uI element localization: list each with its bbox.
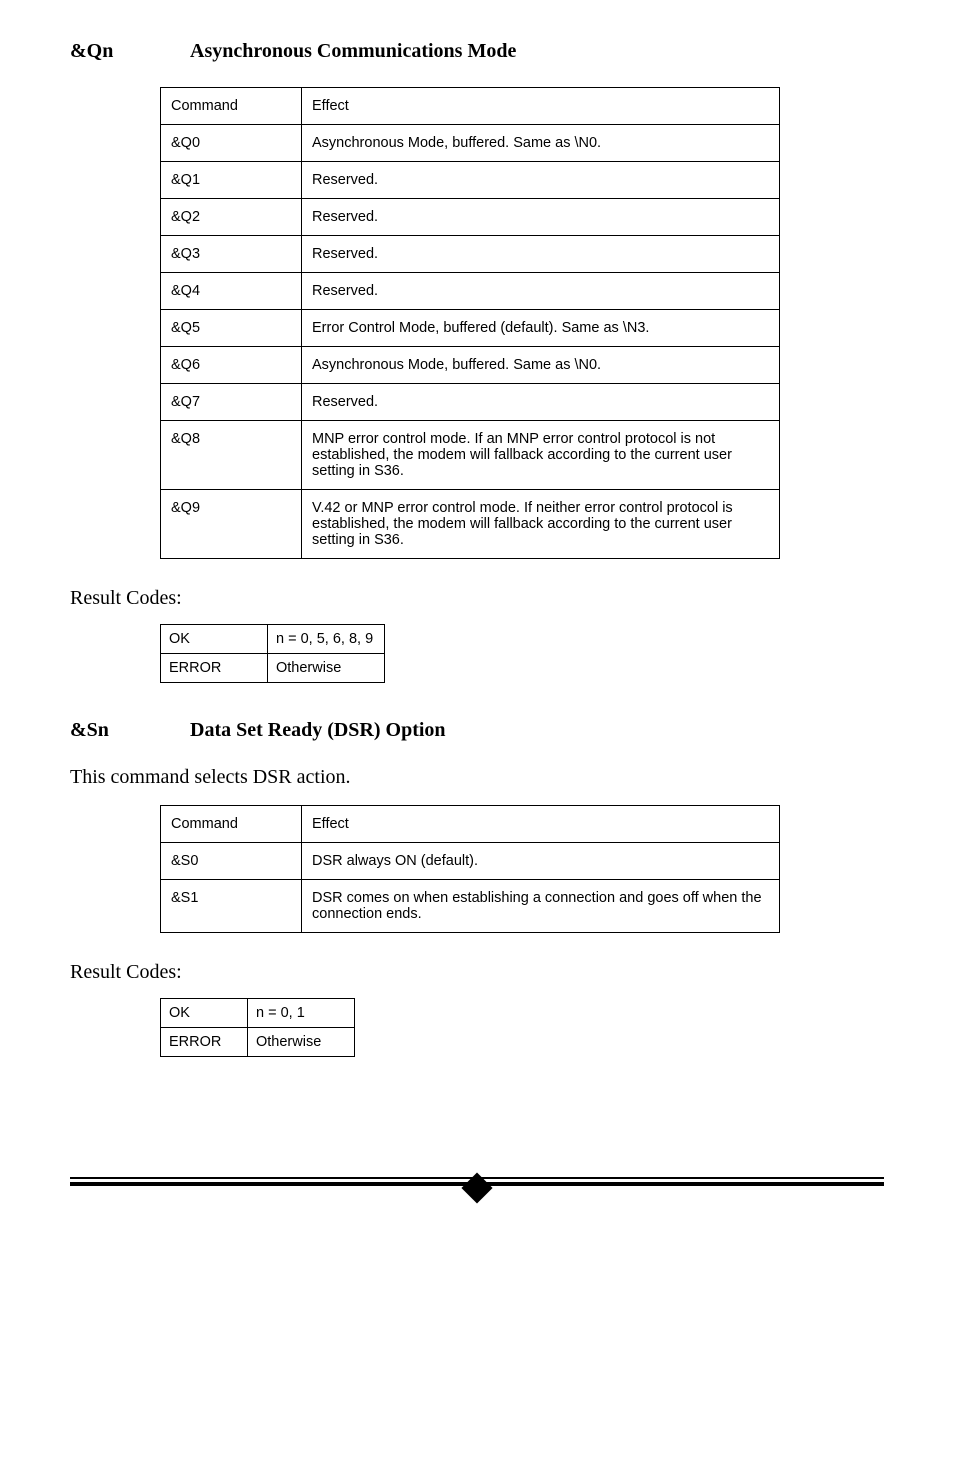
cell-effect: Asynchronous Mode, buffered. Same as \N0… bbox=[302, 347, 780, 384]
table-row: &S0DSR always ON (default). bbox=[161, 843, 780, 880]
section2-intro: This command selects DSR action. bbox=[70, 766, 884, 789]
section2-heading: &Sn Data Set Ready (DSR) Option bbox=[70, 719, 884, 742]
table-row: &Q4Reserved. bbox=[161, 273, 780, 310]
table-row: &Q7Reserved. bbox=[161, 384, 780, 421]
table-row: &Q6Asynchronous Mode, buffered. Same as … bbox=[161, 347, 780, 384]
cell-effect: V.42 or MNP error control mode. If neith… bbox=[302, 490, 780, 559]
table-row: &Q2Reserved. bbox=[161, 199, 780, 236]
cell-cmd: &Q2 bbox=[161, 199, 302, 236]
footer-divider bbox=[70, 1177, 884, 1207]
table-row: Command Effect bbox=[161, 806, 780, 843]
rc-cond: n = 0, 5, 6, 8, 9 bbox=[268, 625, 385, 654]
cell-cmd: &S0 bbox=[161, 843, 302, 880]
cell-effect: Reserved. bbox=[302, 236, 780, 273]
cell-cmd: &Q6 bbox=[161, 347, 302, 384]
cell-cmd: &Q5 bbox=[161, 310, 302, 347]
header-command: Command bbox=[161, 88, 302, 125]
cell-effect: Reserved. bbox=[302, 162, 780, 199]
cell-cmd: &S1 bbox=[161, 880, 302, 933]
table-row: &Q8MNP error control mode. If an MNP err… bbox=[161, 421, 780, 490]
cell-effect: Reserved. bbox=[302, 273, 780, 310]
header-effect: Effect bbox=[302, 88, 780, 125]
cell-cmd: &Q9 bbox=[161, 490, 302, 559]
result-codes-table-1: OK n = 0, 5, 6, 8, 9 ERROR Otherwise bbox=[160, 624, 385, 683]
cell-cmd: &Q8 bbox=[161, 421, 302, 490]
cell-cmd: &Q3 bbox=[161, 236, 302, 273]
cell-effect: Asynchronous Mode, buffered. Same as \N0… bbox=[302, 125, 780, 162]
section2-cmd: &Sn bbox=[70, 719, 190, 742]
rc-code: OK bbox=[161, 625, 268, 654]
section1-heading: &Qn Asynchronous Communications Mode bbox=[70, 40, 884, 63]
table-row: ERROR Otherwise bbox=[161, 654, 385, 683]
table-row: &Q5Error Control Mode, buffered (default… bbox=[161, 310, 780, 347]
rc-cond: n = 0, 1 bbox=[248, 999, 355, 1028]
table-row: &Q1Reserved. bbox=[161, 162, 780, 199]
table-row: OK n = 0, 5, 6, 8, 9 bbox=[161, 625, 385, 654]
table-row: &Q0Asynchronous Mode, buffered. Same as … bbox=[161, 125, 780, 162]
table-row: &S1DSR comes on when establishing a conn… bbox=[161, 880, 780, 933]
result-codes-table-2: OK n = 0, 1 ERROR Otherwise bbox=[160, 998, 355, 1057]
cell-effect: DSR always ON (default). bbox=[302, 843, 780, 880]
table-row: &Q3Reserved. bbox=[161, 236, 780, 273]
cell-cmd: &Q1 bbox=[161, 162, 302, 199]
cell-effect: Reserved. bbox=[302, 199, 780, 236]
table-row: &Q9V.42 or MNP error control mode. If ne… bbox=[161, 490, 780, 559]
cell-cmd: &Q4 bbox=[161, 273, 302, 310]
cell-effect: Error Control Mode, buffered (default). … bbox=[302, 310, 780, 347]
rc-cond: Otherwise bbox=[248, 1028, 355, 1057]
result-codes-label-2: Result Codes: bbox=[70, 961, 884, 984]
qn-table: Command Effect &Q0Asynchronous Mode, buf… bbox=[160, 87, 780, 559]
header-effect: Effect bbox=[302, 806, 780, 843]
rc-code: ERROR bbox=[161, 654, 268, 683]
section2-title: Data Set Ready (DSR) Option bbox=[190, 719, 446, 742]
cell-cmd: &Q7 bbox=[161, 384, 302, 421]
rc-cond: Otherwise bbox=[268, 654, 385, 683]
section1-cmd: &Qn bbox=[70, 40, 190, 63]
rc-code: OK bbox=[161, 999, 248, 1028]
table-row: ERROR Otherwise bbox=[161, 1028, 355, 1057]
cell-effect: Reserved. bbox=[302, 384, 780, 421]
cell-effect: DSR comes on when establishing a connect… bbox=[302, 880, 780, 933]
rc-code: ERROR bbox=[161, 1028, 248, 1057]
result-codes-label-1: Result Codes: bbox=[70, 587, 884, 610]
cell-cmd: &Q0 bbox=[161, 125, 302, 162]
sn-table: Command Effect &S0DSR always ON (default… bbox=[160, 805, 780, 933]
section1-title: Asynchronous Communications Mode bbox=[190, 40, 516, 63]
table-row: Command Effect bbox=[161, 88, 780, 125]
table-row: OK n = 0, 1 bbox=[161, 999, 355, 1028]
header-command: Command bbox=[161, 806, 302, 843]
cell-effect: MNP error control mode. If an MNP error … bbox=[302, 421, 780, 490]
